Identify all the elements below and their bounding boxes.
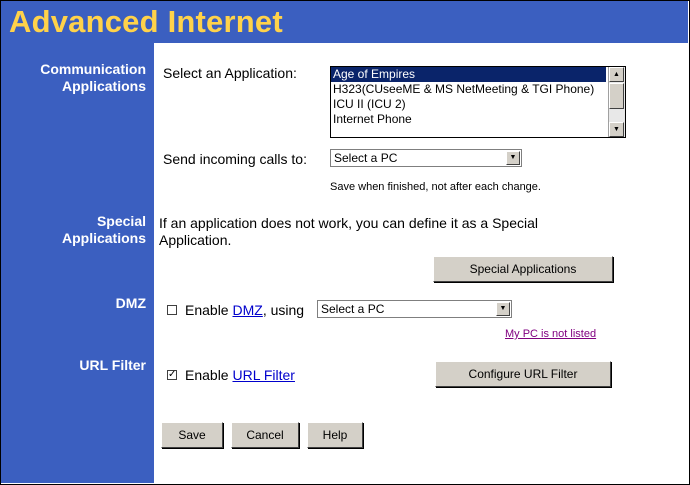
- send-calls-select[interactable]: Select a PC ▼: [330, 149, 522, 167]
- main-content: Select an Application: Age of Empires H3…: [155, 43, 688, 483]
- save-button[interactable]: Save: [161, 422, 223, 448]
- dmz-enable-label: Enable: [185, 302, 233, 318]
- scroll-down-icon[interactable]: ▼: [609, 122, 624, 137]
- special-description-line2: Application.: [159, 232, 232, 248]
- scrollbar-thumb[interactable]: [609, 83, 624, 109]
- title-bar: Advanced Internet: [1, 1, 688, 43]
- special-applications-button[interactable]: Special Applications: [433, 256, 613, 282]
- section-label-dmz: DMZ: [115, 295, 146, 311]
- dmz-enable-text: Enable DMZ, using: [185, 302, 304, 318]
- section-label-line: Applications: [61, 230, 146, 246]
- listbox-item[interactable]: Internet Phone: [331, 112, 606, 127]
- cancel-button[interactable]: Cancel: [231, 422, 299, 448]
- section-label-line: Special: [96, 213, 146, 229]
- listbox-scrollbar[interactable]: ▲ ▼: [608, 67, 625, 137]
- scroll-up-icon[interactable]: ▲: [609, 67, 624, 82]
- dmz-using-label: , using: [262, 302, 305, 318]
- section-label-line: Applications: [61, 78, 146, 94]
- url-filter-checkbox[interactable]: ✓: [167, 370, 177, 380]
- page-title: Advanced Internet: [9, 4, 283, 39]
- section-label-line: Communication: [40, 61, 146, 77]
- send-calls-value: Select a PC: [334, 151, 398, 165]
- listbox-item[interactable]: H323(CUseeME & MS NetMeeting & TGI Phone…: [331, 82, 606, 97]
- my-pc-not-listed-link[interactable]: My PC is not listed: [505, 328, 596, 340]
- configure-url-filter-button[interactable]: Configure URL Filter: [435, 361, 611, 387]
- chevron-down-icon[interactable]: ▼: [496, 302, 510, 316]
- special-description-line1: If an application does not work, you can…: [159, 215, 539, 231]
- url-filter-enable-label: Enable: [185, 367, 233, 383]
- application-listbox[interactable]: Age of Empires H323(CUseeME & MS NetMeet…: [330, 66, 626, 138]
- send-calls-label: Send incoming calls to:: [163, 151, 307, 167]
- dmz-link[interactable]: DMZ: [232, 302, 262, 318]
- url-filter-enable-text: Enable URL Filter: [185, 367, 295, 383]
- url-filter-link[interactable]: URL Filter: [232, 367, 295, 383]
- listbox-item-selected[interactable]: Age of Empires: [331, 67, 606, 82]
- dmz-checkbox[interactable]: [167, 305, 177, 315]
- section-label-communication-applications: Communication Applications: [40, 61, 146, 95]
- section-label-url-filter: URL Filter: [79, 357, 146, 373]
- help-button[interactable]: Help: [307, 422, 363, 448]
- select-application-label: Select an Application:: [163, 65, 297, 81]
- save-note: Save when finished, not after each chang…: [330, 181, 541, 193]
- sidebar: Communication Applications Special Appli…: [1, 43, 154, 483]
- dmz-pc-value: Select a PC: [321, 302, 385, 316]
- listbox-item[interactable]: ICU II (ICU 2): [331, 97, 606, 112]
- section-label-special-applications: Special Applications: [62, 213, 146, 247]
- dmz-pc-select[interactable]: Select a PC ▼: [317, 300, 512, 318]
- chevron-down-icon[interactable]: ▼: [506, 151, 520, 165]
